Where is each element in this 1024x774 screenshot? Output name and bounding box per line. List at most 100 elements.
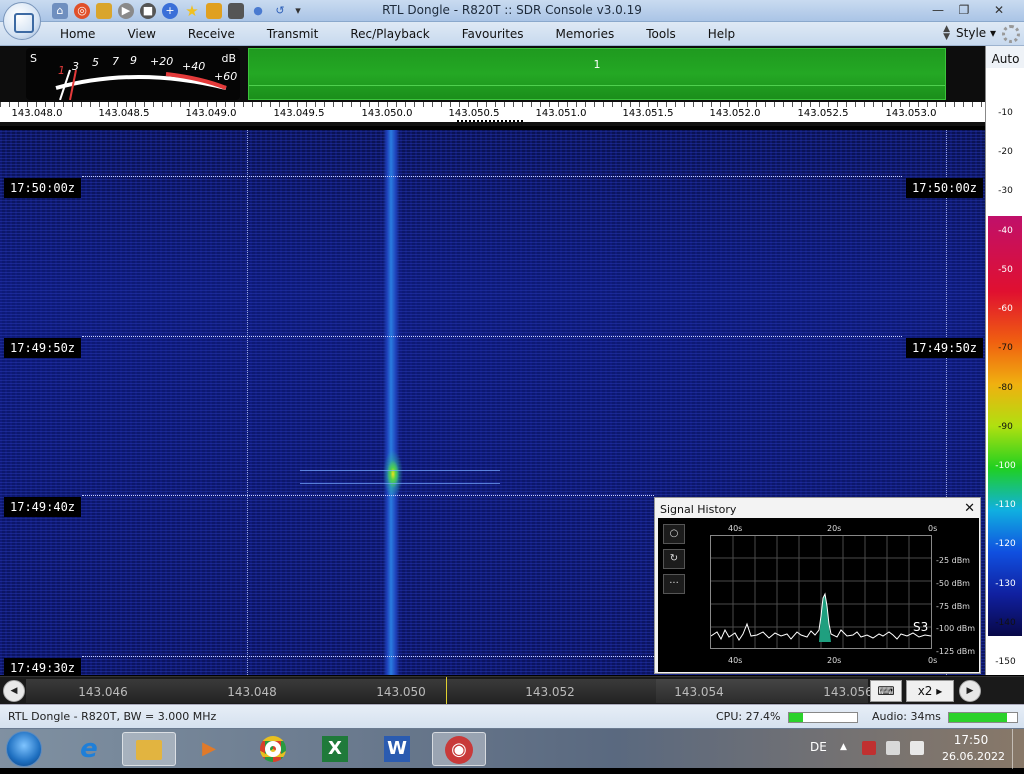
maximize-button[interactable]: ❐: [952, 1, 976, 19]
s-meter-scale-3: 3: [72, 60, 79, 73]
tuning-label: 143.054: [674, 685, 724, 699]
dbm-axis-label: -25 dBm: [936, 556, 970, 565]
tuning-marker[interactable]: [446, 677, 447, 705]
time-axis-label: 0s: [928, 656, 938, 665]
s-meter-scale-7: 7: [112, 55, 119, 68]
ruler-label: 143.052.0: [709, 108, 761, 119]
clock-time[interactable]: 17:50: [942, 733, 1000, 747]
signal-history-title: Signal History: [660, 503, 737, 516]
cpu-meter-fill: [789, 713, 803, 722]
style-label: Style: [956, 26, 987, 40]
db-tick: -80: [998, 383, 1013, 393]
excel-icon[interactable]: X: [308, 732, 362, 766]
waterfall-time-line: [82, 495, 654, 496]
gear-icon[interactable]: [1002, 25, 1020, 43]
tuning-label: 143.050: [376, 685, 426, 699]
chrome-icon[interactable]: [246, 732, 300, 766]
menu-tools[interactable]: Tools: [630, 27, 692, 41]
s-meter-scale-40: +40: [182, 60, 206, 73]
band-bar[interactable]: 1: [248, 48, 946, 100]
tuning-label: 143.056: [823, 685, 873, 699]
show-desktop-button[interactable]: [1012, 729, 1024, 769]
waterfall-time-line: [82, 336, 902, 337]
ribbon-toggle-icon[interactable]: ▲ ▼: [943, 25, 950, 42]
zoom-label: x2: [917, 684, 933, 698]
dbm-axis-label: -125 dBm: [936, 647, 976, 656]
tuning-label: 143.048: [227, 685, 277, 699]
close-button[interactable]: ✕: [978, 1, 1020, 19]
s-meter-scale-20: +20: [150, 55, 174, 68]
refresh-button[interactable]: ↻: [663, 549, 685, 569]
application-menu-button[interactable]: [3, 2, 41, 40]
menu-rec-playback[interactable]: Rec/Playback: [334, 27, 445, 41]
record-button[interactable]: ○: [663, 524, 685, 544]
band-line: [249, 85, 945, 86]
cpu-status: CPU: 27.4%: [716, 710, 781, 723]
db-tick: -90: [998, 422, 1013, 432]
ruler-label: 143.048.0: [11, 108, 63, 119]
minimize-button[interactable]: —: [926, 1, 950, 19]
frequency-ruler[interactable]: 143.048.0 143.048.5 143.049.0 143.049.5 …: [0, 102, 985, 126]
db-tick: -60: [998, 304, 1013, 314]
waterfall-time-line: [82, 656, 654, 657]
ruler-label: 143.048.5: [98, 108, 150, 119]
tray-power-icon[interactable]: [910, 741, 924, 755]
db-tick: -50: [998, 265, 1013, 275]
media-player-icon[interactable]: ▶: [182, 732, 236, 766]
menu-view[interactable]: View: [111, 27, 171, 41]
db-tick: -20: [998, 147, 1013, 157]
tuning-scale-ext[interactable]: 143.054 143.056: [656, 679, 873, 703]
close-icon[interactable]: ✕: [964, 501, 975, 516]
menu-help[interactable]: Help: [692, 27, 751, 41]
menu-home[interactable]: Home: [44, 27, 111, 41]
s-meter-scale-60: +60: [214, 70, 238, 83]
start-button[interactable]: [6, 731, 42, 767]
bandwidth-indicator[interactable]: [457, 120, 523, 122]
db-tick: -70: [998, 343, 1013, 353]
ruler-label: 143.049.5: [273, 108, 325, 119]
style-menu[interactable]: Style ▾: [956, 26, 996, 40]
time-axis-label: 20s: [827, 524, 842, 533]
db-tick: -100: [995, 461, 1016, 471]
tuning-scale[interactable]: 143.046 143.048 143.050 143.052: [26, 679, 656, 703]
tray-expand-icon[interactable]: ▲: [840, 742, 847, 752]
time-label: 17:49:50z: [906, 338, 984, 358]
taskbar: e ▶ X W ◉ DE ▲ 17:50 26.06.2022: [0, 728, 1024, 769]
tuning-label: 143.046: [78, 685, 128, 699]
internet-explorer-icon[interactable]: e: [62, 732, 116, 766]
clock-date[interactable]: 26.06.2022: [942, 750, 1005, 763]
tray-sdr-icon[interactable]: [862, 741, 876, 755]
language-indicator[interactable]: DE: [810, 740, 827, 754]
waterfall-gridline: [247, 130, 248, 675]
zoom-arrow-icon: ▸: [936, 684, 943, 698]
s-meter-s-label: S: [30, 52, 37, 65]
scroll-right-button[interactable]: ▶: [959, 680, 981, 702]
ruler-label: 143.051.0: [535, 108, 587, 119]
more-button[interactable]: ···: [663, 574, 685, 594]
file-explorer-icon[interactable]: [122, 732, 176, 766]
sdr-console-icon[interactable]: ◉: [432, 732, 486, 766]
s-meter-scale-1: 1: [58, 64, 65, 77]
ruler-label: 143.051.5: [622, 108, 674, 119]
time-label: 17:50:00z: [4, 178, 82, 198]
tray-network-icon[interactable]: [886, 741, 900, 755]
signal-history-panel[interactable]: Signal History ✕ ○ ↻ ··· 40s 20s 0s -25 …: [654, 497, 981, 674]
s-meter: S dB 1 3 5 7 9 +20 +40 +60: [26, 48, 240, 100]
ruler-label: 143.049.0: [185, 108, 237, 119]
db-scale[interactable]: Auto -10 -20 -30 -40 -50 -60 -70 -80 -90…: [985, 46, 1024, 675]
keyboard-icon[interactable]: ⌨: [870, 680, 902, 702]
db-tick: -120: [995, 539, 1016, 549]
scroll-left-button[interactable]: ◀: [3, 680, 25, 702]
status-bar: RTL Dongle - R820T, BW = 3.000 MHz CPU: …: [0, 704, 1024, 728]
menu-transmit[interactable]: Transmit: [251, 27, 334, 41]
menu-memories[interactable]: Memories: [540, 27, 631, 41]
tuning-label: 143.052: [525, 685, 575, 699]
auto-button[interactable]: Auto: [986, 46, 1024, 68]
ruler-ticks: [0, 102, 985, 107]
ruler-label: 143.053.0: [885, 108, 937, 119]
menu-receive[interactable]: Receive: [172, 27, 251, 41]
word-icon[interactable]: W: [370, 732, 424, 766]
zoom-selector[interactable]: x2 ▸: [906, 680, 954, 702]
menu-favourites[interactable]: Favourites: [446, 27, 540, 41]
dbm-axis-label: -75 dBm: [936, 602, 970, 611]
